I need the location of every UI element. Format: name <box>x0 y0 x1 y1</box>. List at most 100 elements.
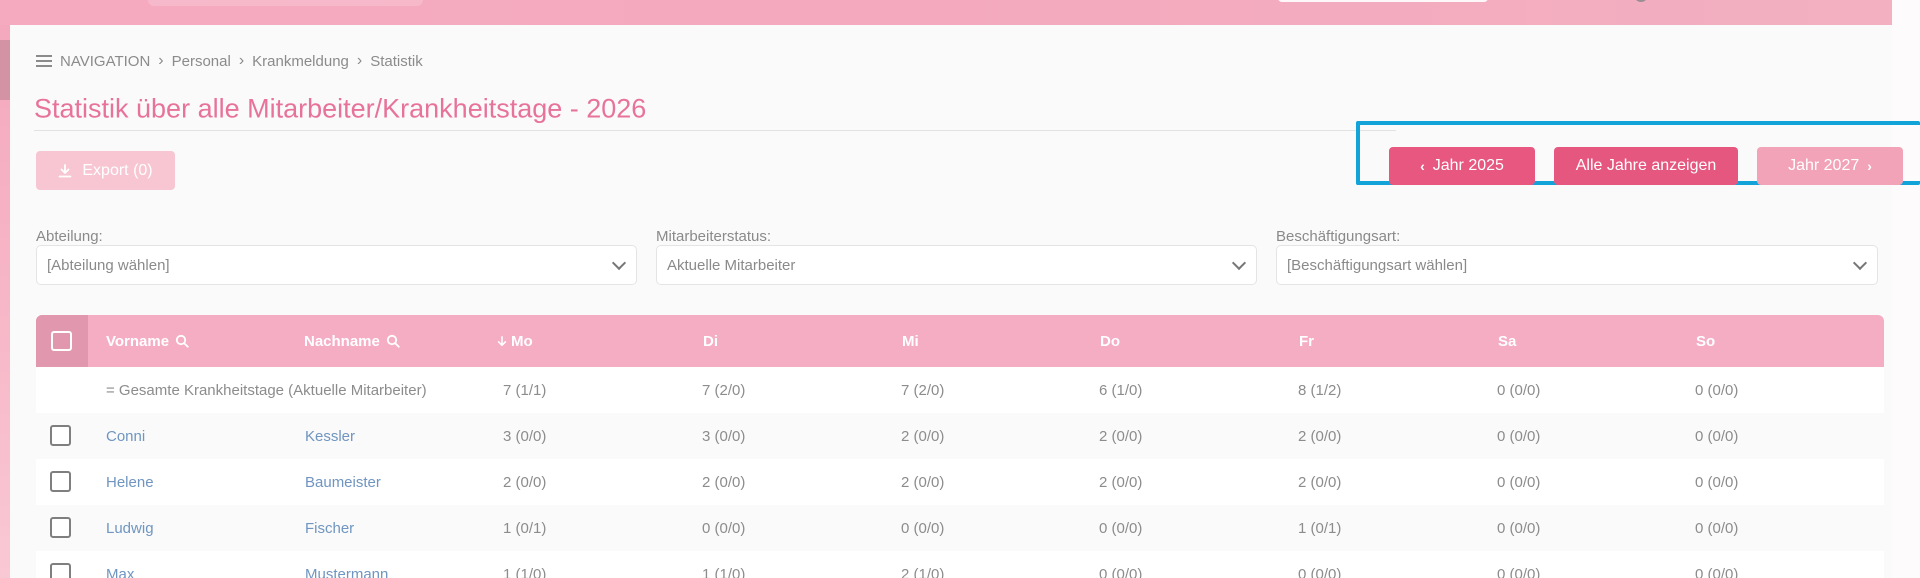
mitarbeiterstatus-select-value: Aktuelle Mitarbeiter <box>667 256 796 274</box>
chevron-down-icon <box>1231 255 1247 271</box>
cell-so: 0 (0/0) <box>1695 519 1739 537</box>
column-header-nachname-label: Nachname <box>304 332 380 350</box>
column-header-vorname-label: Vorname <box>106 332 170 350</box>
summary-cell-fr: 8 (1/2) <box>1298 381 1342 399</box>
mitarbeiterstatus-select[interactable]: Aktuelle Mitarbeiter <box>656 245 1257 285</box>
download-icon <box>58 163 72 177</box>
beschaeftigungsart-select-value: [Beschäftigungsart wählen] <box>1287 256 1468 274</box>
cell-do: 2 (0/0) <box>1099 427 1143 445</box>
app-window: NAVIGATION › Personal › Krankmeldung › S… <box>0 0 1920 578</box>
hamburger-menu-icon[interactable] <box>36 55 52 67</box>
cell-sa: 0 (0/0) <box>1497 519 1541 537</box>
select-all-checkbox[interactable] <box>51 331 72 351</box>
chevron-right-icon: › <box>238 52 245 69</box>
abteilung-select[interactable]: [Abteilung wählen] <box>36 245 637 285</box>
row-checkbox[interactable] <box>50 471 71 492</box>
cell-di: 2 (0/0) <box>702 473 746 491</box>
table-row: Conni Kessler 3 (0/0) 3 (0/0) 2 (0/0) 2 … <box>36 413 1884 459</box>
cell-so: 0 (0/0) <box>1695 427 1739 445</box>
next-year-label: Jahr 2027 <box>1788 157 1860 174</box>
user-avatar[interactable] <box>1634 0 1648 2</box>
cell-mo: 3 (0/0) <box>503 427 547 445</box>
abteilung-label: Abteilung: <box>36 228 103 245</box>
chevron-right-icon: › <box>356 52 363 69</box>
row-checkbox[interactable] <box>50 425 71 446</box>
column-header-di[interactable]: Di <box>703 315 718 367</box>
vorname-link[interactable]: Conni <box>106 413 145 459</box>
top-header-bar <box>0 0 1892 25</box>
column-header-so[interactable]: So <box>1696 315 1715 367</box>
cell-mo: 1 (1/0) <box>503 565 547 578</box>
summary-cell-do: 6 (1/0) <box>1099 381 1143 399</box>
cell-sa: 0 (0/0) <box>1497 565 1541 578</box>
cell-do: 2 (0/0) <box>1099 473 1143 491</box>
summary-row: = Gesamte Krankheitstage (Aktuelle Mitar… <box>36 367 1884 413</box>
summary-cell-mi: 7 (2/0) <box>901 381 945 399</box>
nachname-link[interactable]: Fischer <box>305 505 354 551</box>
beschaeftigungsart-select[interactable]: [Beschäftigungsart wählen] <box>1276 245 1878 285</box>
nachname-link[interactable]: Kessler <box>305 413 355 459</box>
nachname-link[interactable]: Baumeister <box>305 459 381 505</box>
cell-mi: 2 (0/0) <box>901 427 945 445</box>
chevron-left-icon: ‹ <box>1420 158 1425 174</box>
row-checkbox[interactable] <box>50 517 71 538</box>
beschaeftigungsart-label: Beschäftigungsart: <box>1276 228 1401 245</box>
abteilung-select-value: [Abteilung wählen] <box>47 256 170 274</box>
table-header: Vorname Nachname Mo Di Mi Do Fr Sa So <box>36 315 1884 367</box>
table-row: Helene Baumeister 2 (0/0) 2 (0/0) 2 (0/0… <box>36 459 1884 505</box>
breadcrumb-item-statistik: Statistik <box>370 52 423 70</box>
cell-sa: 0 (0/0) <box>1497 473 1541 491</box>
export-button-label: Export (0) <box>82 161 153 179</box>
column-header-mo[interactable]: Mo <box>496 315 533 367</box>
cell-so: 0 (0/0) <box>1695 565 1739 578</box>
column-header-do[interactable]: Do <box>1100 315 1120 367</box>
main-content: NAVIGATION › Personal › Krankmeldung › S… <box>10 25 1892 578</box>
breadcrumb-navigation[interactable]: NAVIGATION <box>60 53 150 70</box>
summary-label: = Gesamte Krankheitstage (Aktuelle Mitar… <box>106 381 427 399</box>
export-button[interactable]: Export (0) <box>36 151 175 190</box>
header-input-field[interactable] <box>1278 0 1488 2</box>
summary-cell-mo: 7 (1/1) <box>503 381 547 399</box>
statistics-table: Vorname Nachname Mo Di Mi Do Fr Sa So = … <box>36 315 1884 578</box>
cell-di: 1 (1/0) <box>702 565 746 578</box>
chevron-down-icon <box>1852 255 1868 271</box>
row-checkbox[interactable] <box>50 563 71 578</box>
previous-year-label: Jahr 2025 <box>1432 157 1504 174</box>
table-row: Ludwig Fischer 1 (0/1) 0 (0/0) 0 (0/0) 0… <box>36 505 1884 551</box>
mitarbeiterstatus-label: Mitarbeiterstatus: <box>656 228 772 245</box>
summary-cell-di: 7 (2/0) <box>702 381 746 399</box>
vorname-link[interactable]: Ludwig <box>106 505 154 551</box>
cell-do: 0 (0/0) <box>1099 565 1143 578</box>
column-header-mi[interactable]: Mi <box>902 315 919 367</box>
search-icon[interactable] <box>386 334 400 348</box>
vorname-link[interactable]: Helene <box>106 459 154 505</box>
cell-mi: 2 (1/0) <box>901 565 945 578</box>
column-header-sa[interactable]: Sa <box>1498 315 1516 367</box>
breadcrumb: NAVIGATION › Personal › Krankmeldung › S… <box>36 51 423 71</box>
nachname-link[interactable]: Mustermann <box>305 551 388 578</box>
vorname-link[interactable]: Max <box>106 551 134 578</box>
column-header-nachname[interactable]: Nachname <box>304 315 400 367</box>
header-search-field[interactable] <box>148 0 423 6</box>
right-margin <box>1892 0 1920 578</box>
previous-year-button[interactable]: ‹ Jahr 2025 <box>1389 147 1535 185</box>
column-header-mo-label: Mo <box>511 332 533 350</box>
column-header-fr[interactable]: Fr <box>1299 315 1314 367</box>
cell-mi: 0 (0/0) <box>901 519 945 537</box>
next-year-button[interactable]: Jahr 2027 › <box>1757 147 1903 185</box>
breadcrumb-item-personal[interactable]: Personal <box>172 53 231 70</box>
chevron-down-icon <box>611 255 627 271</box>
cell-fr: 1 (0/1) <box>1298 519 1342 537</box>
all-years-button[interactable]: Alle Jahre anzeigen <box>1554 147 1738 185</box>
left-side-strip <box>0 0 10 578</box>
table-row: Max Mustermann 1 (1/0) 1 (1/0) 2 (1/0) 0… <box>36 551 1884 578</box>
search-icon[interactable] <box>175 334 189 348</box>
cell-do: 0 (0/0) <box>1099 519 1143 537</box>
chevron-right-icon: › <box>158 52 164 69</box>
chevron-right-icon: › <box>1867 158 1872 174</box>
title-divider <box>34 130 1396 131</box>
page-title: Statistik über alle Mitarbeiter/Krankhei… <box>34 93 647 124</box>
cell-di: 3 (0/0) <box>702 427 746 445</box>
column-header-vorname[interactable]: Vorname <box>106 315 189 367</box>
breadcrumb-item-krankmeldung[interactable]: Krankmeldung <box>252 53 349 70</box>
